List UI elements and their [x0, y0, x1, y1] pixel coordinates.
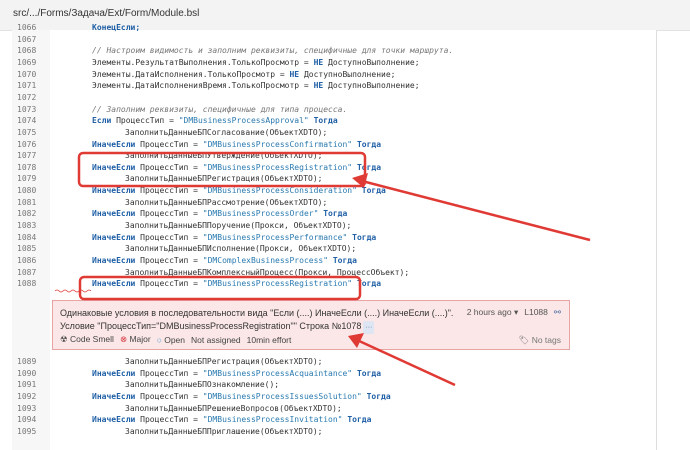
arrow-1 — [361, 179, 591, 242]
arrow-2 — [356, 338, 456, 387]
highlight-box-line-1088 — [78, 275, 362, 301]
annotation-overlay — [54, 151, 591, 387]
arrow-2-head — [348, 333, 364, 348]
highlight-box-line-1078 — [77, 151, 367, 188]
squiggle-underline — [54, 289, 92, 293]
